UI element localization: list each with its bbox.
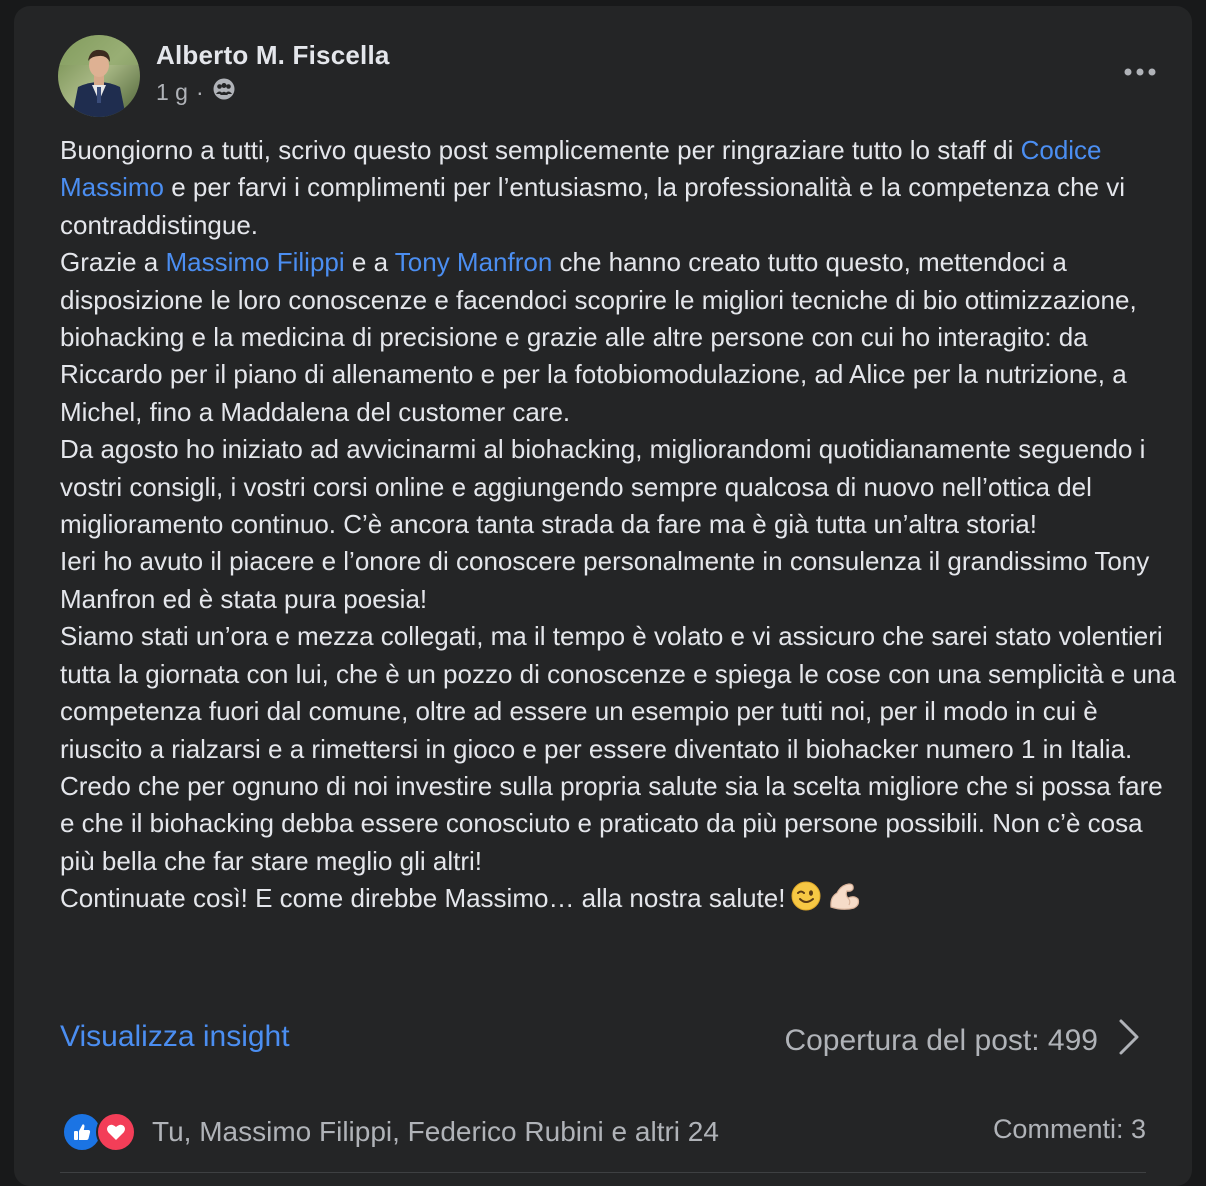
comments-count[interactable]: Commenti: 3 (993, 1114, 1146, 1145)
post-paragraph: Da agosto ho iniziato ad avvicinarmi al … (60, 431, 1180, 543)
avatar-photo (58, 35, 140, 117)
flexed-biceps-emoji (827, 881, 861, 921)
text-segment: Siamo stati un’ora e mezza collegati, ma… (60, 621, 1176, 764)
text-segment: Da agosto ho iniziato ad avvicinarmi al … (60, 434, 1146, 540)
profile-link-massimo-filippi[interactable]: Massimo Filippi (166, 247, 345, 277)
post-paragraph: Grazie a Massimo Filippi e a Tony Manfro… (60, 244, 1180, 431)
post-paragraph: Ieri ho avuto il piacere e l’onore di co… (60, 543, 1180, 618)
reactions-summary[interactable]: Tu, Massimo Filippi, Federico Rubini e a… (62, 1112, 719, 1152)
text-segment: Ieri ho avuto il piacere e l’onore di co… (60, 546, 1150, 614)
author-name[interactable]: Alberto M. Fiscella (156, 40, 390, 71)
wink-emoji (791, 881, 821, 921)
post-paragraph: Continuate così! E come direbbe Massimo…… (60, 880, 1180, 921)
view-insights-link[interactable]: Visualizza insight (60, 1020, 290, 1054)
post-body: Buongiorno a tutti, scrivo questo post s… (60, 132, 1180, 922)
friends-icon[interactable] (212, 78, 236, 106)
post-reach-label: Copertura del post: 499 (784, 1024, 1098, 1057)
meta-separator: · (195, 78, 204, 105)
text-segment: e a (344, 247, 395, 278)
text-segment: Grazie a (60, 247, 166, 278)
chevron-right-icon (1118, 1018, 1140, 1064)
text-segment: Continuate così! E come direbbe Massimo…… (60, 883, 786, 914)
avatar[interactable] (58, 35, 140, 117)
post-card: Alberto M. Fiscella 1 g · Buongiorno a t… (14, 6, 1192, 1186)
love-icon (96, 1112, 136, 1152)
text-segment: Credo che per ognuno di noi investire su… (60, 770, 1163, 876)
text-segment: Buongiorno a tutti, scrivo questo post s… (60, 135, 1021, 165)
post-time[interactable]: 1 g (156, 79, 188, 106)
divider (60, 1172, 1146, 1173)
post-paragraph: Siamo stati un’ora e mezza collegati, ma… (60, 618, 1180, 768)
post-paragraph: Buongiorno a tutti, scrivo questo post s… (60, 132, 1180, 244)
post-meta: 1 g · (156, 78, 236, 106)
post-paragraph: Credo che per ognuno di noi investire su… (60, 768, 1180, 880)
text-segment: e per farvi i complimenti per l’entusias… (60, 172, 1126, 240)
post-reach[interactable]: Copertura del post: 499 (784, 1018, 1140, 1064)
reactions-names[interactable]: Tu, Massimo Filippi, Federico Rubini e a… (152, 1116, 719, 1148)
profile-link-tony-manfron[interactable]: Tony Manfron (395, 247, 553, 277)
more-dots-icon[interactable] (1118, 58, 1162, 86)
